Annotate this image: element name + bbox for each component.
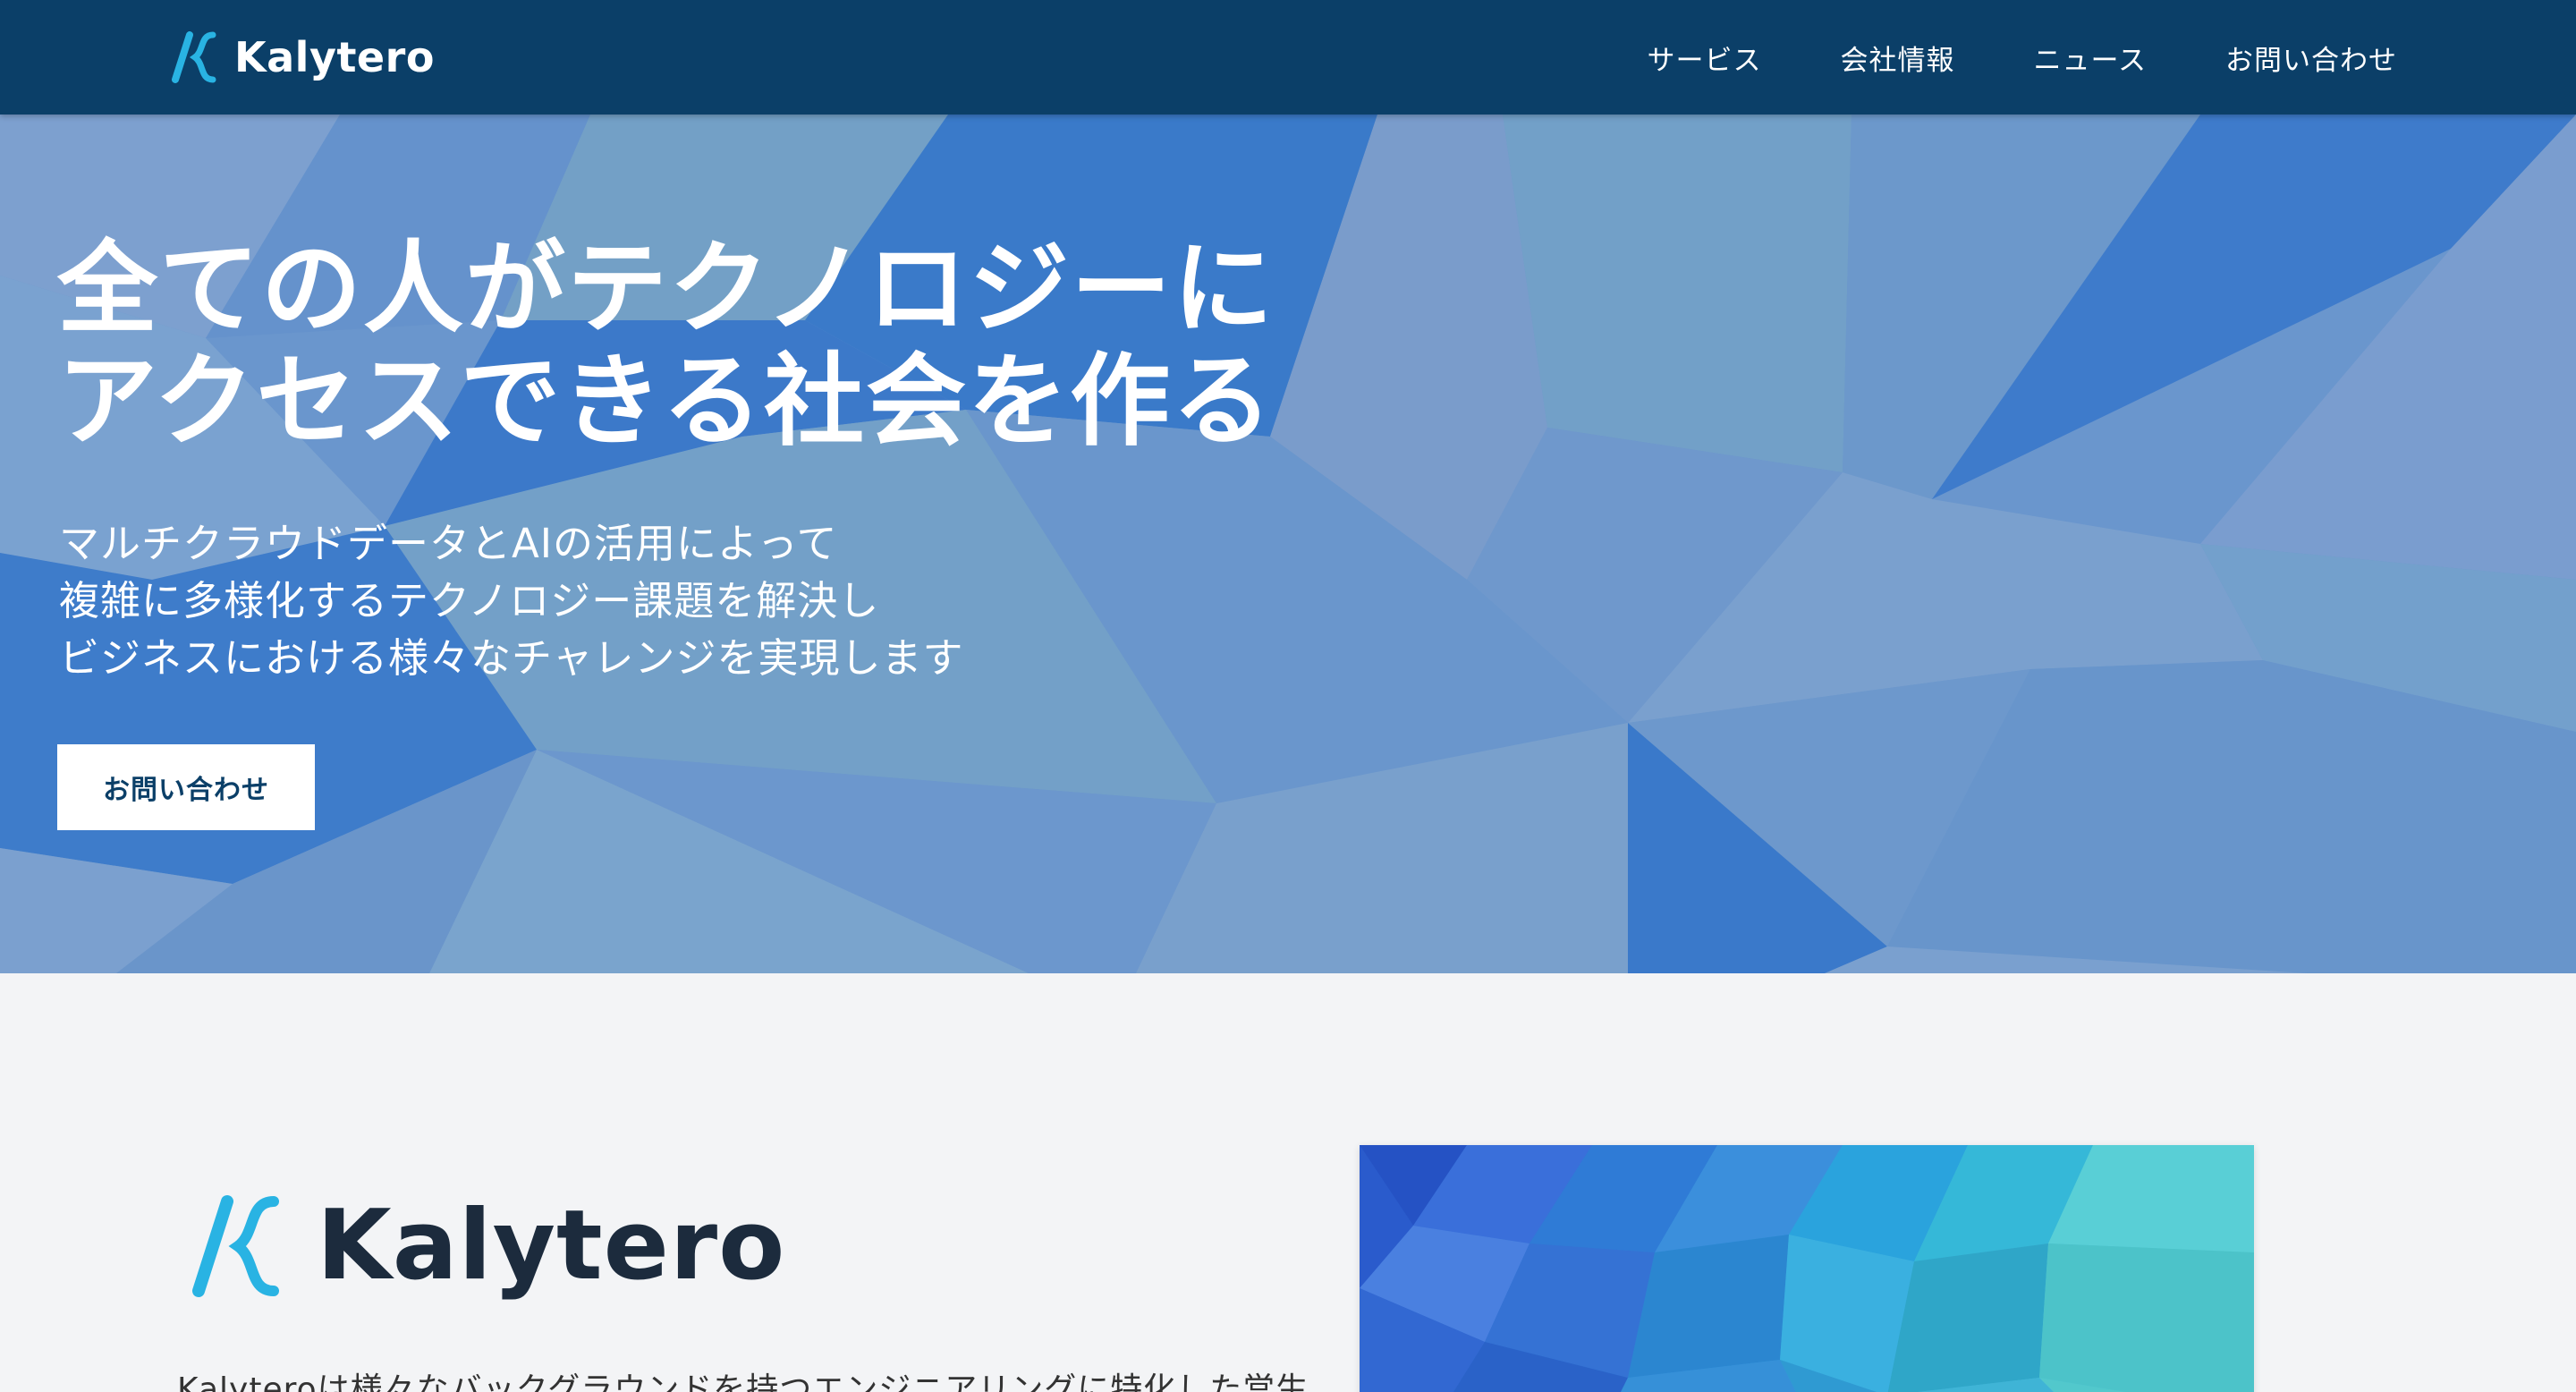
brand-logo-link[interactable]: Kalytero [172, 29, 435, 86]
main-nav: サービス 会社情報 ニュース お問い合わせ [1648, 0, 2397, 115]
nav-link-services[interactable]: サービス [1648, 38, 1762, 78]
kalytero-logo-icon [172, 31, 216, 83]
about-polygon-image [1360, 1145, 2254, 1392]
kalytero-logo-icon [192, 1194, 279, 1297]
hero-title: 全ての人がテクノロジーに アクセスできる社会を作る [57, 233, 1275, 458]
hero-subtitle-line-1: マルチクラウドデータとAIの活用によって [59, 520, 838, 567]
about-section: Kalytero Kalyteroは様々なバックグラウンドを持つエンジニアリング… [0, 973, 2576, 1392]
about-logo: Kalytero [191, 1190, 785, 1302]
nav-link-contact[interactable]: お問い合わせ [2225, 38, 2397, 78]
about-description: Kalyteroは様々なバックグラウンドを持つエンジニアリングに特化した営生 [177, 1371, 1309, 1392]
about-image [1360, 1145, 2254, 1392]
hero-subtitle: マルチクラウドデータとAIの活用によって 複雑に多様化するテクノロジー課題を解決… [59, 515, 964, 687]
about-logo-name: Kalytero [317, 1190, 786, 1302]
nav-link-news[interactable]: ニュース [2034, 38, 2147, 78]
hero-title-line-2: アクセスできる社会を作る [57, 344, 1275, 460]
brand-name: Kalytero [234, 33, 435, 81]
contact-button[interactable]: お問い合わせ [57, 744, 315, 830]
site-header: Kalytero サービス 会社情報 ニュース お問い合わせ [0, 0, 2576, 115]
hero-section: 全ての人がテクノロジーに アクセスできる社会を作る マルチクラウドデータとAIの… [0, 115, 2576, 973]
hero-subtitle-line-3: ビジネスにおける様々なチャレンジを実現します [59, 634, 964, 682]
hero-title-line-1: 全ての人がテクノロジーに [57, 231, 1275, 347]
nav-link-company[interactable]: 会社情報 [1841, 38, 1955, 78]
hero-subtitle-line-2: 複雑に多様化するテクノロジー課題を解決し [59, 577, 880, 624]
